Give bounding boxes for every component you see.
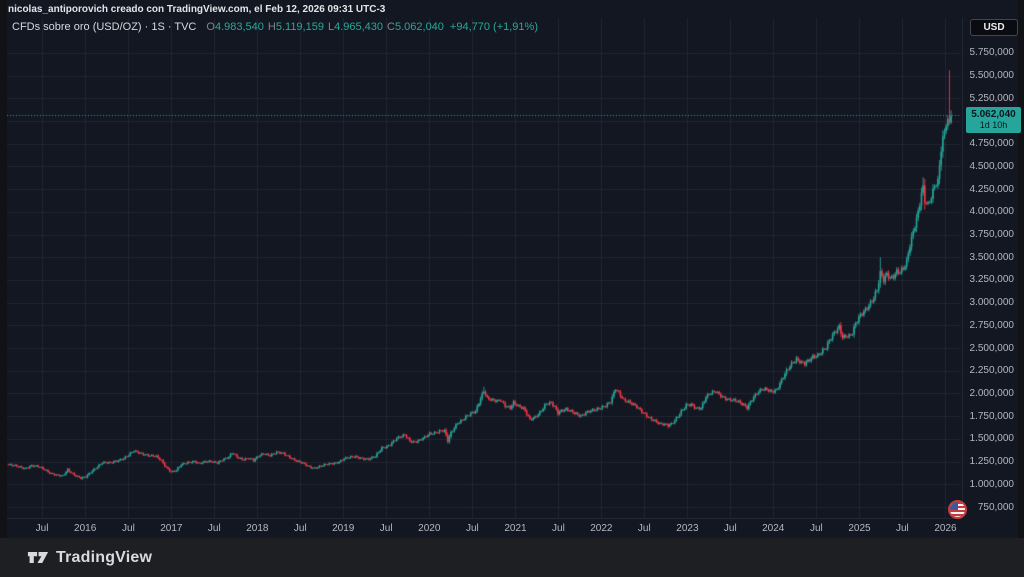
us-flag-canton <box>950 502 958 510</box>
symbol-title[interactable]: CFDs sobre oro (USD/OZ) · 1S · TVC <box>12 21 196 33</box>
us-flag-icon[interactable] <box>948 500 967 519</box>
price-tick-label: 3.250,000 <box>964 274 1014 285</box>
last-price-badge[interactable]: 5.062,040 1d 10h <box>966 107 1021 133</box>
ohlc-high-label: H <box>268 21 276 33</box>
ohlc-close-label: C <box>387 21 395 33</box>
footer-bar: TradingView <box>0 538 1024 577</box>
time-tick-label: 2017 <box>160 523 182 534</box>
time-tick-label: Jul <box>896 523 909 534</box>
price-tick-label: 5.250,000 <box>964 93 1014 104</box>
price-tick-label: 1.500,000 <box>964 433 1014 444</box>
tradingview-snapshot: nicolas_antiporovich creado con TradingV… <box>0 0 1024 577</box>
time-tick-label: 2023 <box>676 523 698 534</box>
price-tick-label: 3.750,000 <box>964 229 1014 240</box>
attribution-bar: nicolas_antiporovich creado con TradingV… <box>8 2 385 17</box>
time-tick-label: 2020 <box>418 523 440 534</box>
time-tick-label: Jul <box>552 523 565 534</box>
time-axis-separator <box>7 518 962 519</box>
candlestick-chart-canvas[interactable] <box>7 18 962 518</box>
price-tick-label: 5.750,000 <box>964 47 1014 58</box>
price-tick-label: 3.500,000 <box>964 252 1014 263</box>
time-tick-label: Jul <box>36 523 49 534</box>
last-price-value: 5.062,040 <box>966 109 1021 120</box>
time-tick-label: 2026 <box>934 523 956 534</box>
price-tick-label: 4.500,000 <box>964 161 1014 172</box>
ohlc-high-value: 5.119,159 <box>276 21 324 33</box>
time-tick-label: 2019 <box>332 523 354 534</box>
time-tick-label: 2022 <box>590 523 612 534</box>
ohlc-open-label: O <box>206 21 215 33</box>
time-tick-label: 2021 <box>504 523 526 534</box>
price-tick-label: 4.000,000 <box>964 206 1014 217</box>
price-tick-label: 750,000 <box>964 502 1014 513</box>
time-tick-label: Jul <box>810 523 823 534</box>
price-tick-label: 1.000,000 <box>964 479 1014 490</box>
time-tick-label: Jul <box>208 523 221 534</box>
time-tick-label: Jul <box>380 523 393 534</box>
bar-countdown: 1d 10h <box>966 120 1021 130</box>
time-tick-label: Jul <box>724 523 737 534</box>
change-value: +94,770 (+1,91%) <box>450 21 538 33</box>
time-tick-label: 2018 <box>246 523 268 534</box>
price-tick-label: 1.750,000 <box>964 411 1014 422</box>
price-tick-label: 2.000,000 <box>964 388 1014 399</box>
ohlc-open-value: 4.983,540 <box>215 21 264 33</box>
time-tick-label: Jul <box>122 523 135 534</box>
price-tick-label: 3.000,000 <box>964 297 1014 308</box>
time-tick-label: Jul <box>466 523 479 534</box>
time-tick-label: 2025 <box>848 523 870 534</box>
time-tick-label: Jul <box>638 523 651 534</box>
attribution-text: nicolas_antiporovich creado con TradingV… <box>8 4 385 15</box>
price-tick-label: 5.500,000 <box>964 70 1014 81</box>
time-tick-label: 2016 <box>74 523 96 534</box>
tradingview-logo[interactable]: TradingView <box>27 549 152 567</box>
chart-legend: CFDs sobre oro (USD/OZ) · 1S · TVC O4.983… <box>12 21 538 34</box>
price-axis-separator <box>962 18 963 518</box>
tradingview-logo-text: TradingView <box>56 549 152 567</box>
currency-usd-button[interactable]: USD <box>970 19 1018 36</box>
price-tick-label: 2.500,000 <box>964 343 1014 354</box>
price-tick-label: 4.250,000 <box>964 184 1014 195</box>
ohlc-close-value: 5.062,040 <box>395 21 444 33</box>
time-tick-label: Jul <box>294 523 307 534</box>
tradingview-logo-icon <box>27 549 49 566</box>
price-tick-label: 1.250,000 <box>964 456 1014 467</box>
price-tick-label: 2.750,000 <box>964 320 1014 331</box>
ohlc-low-value: 4.965,430 <box>334 21 383 33</box>
price-tick-label: 2.250,000 <box>964 365 1014 376</box>
time-tick-label: 2024 <box>762 523 784 534</box>
price-tick-label: 4.750,000 <box>964 138 1014 149</box>
chart-widget: nicolas_antiporovich creado con TradingV… <box>7 0 1018 538</box>
